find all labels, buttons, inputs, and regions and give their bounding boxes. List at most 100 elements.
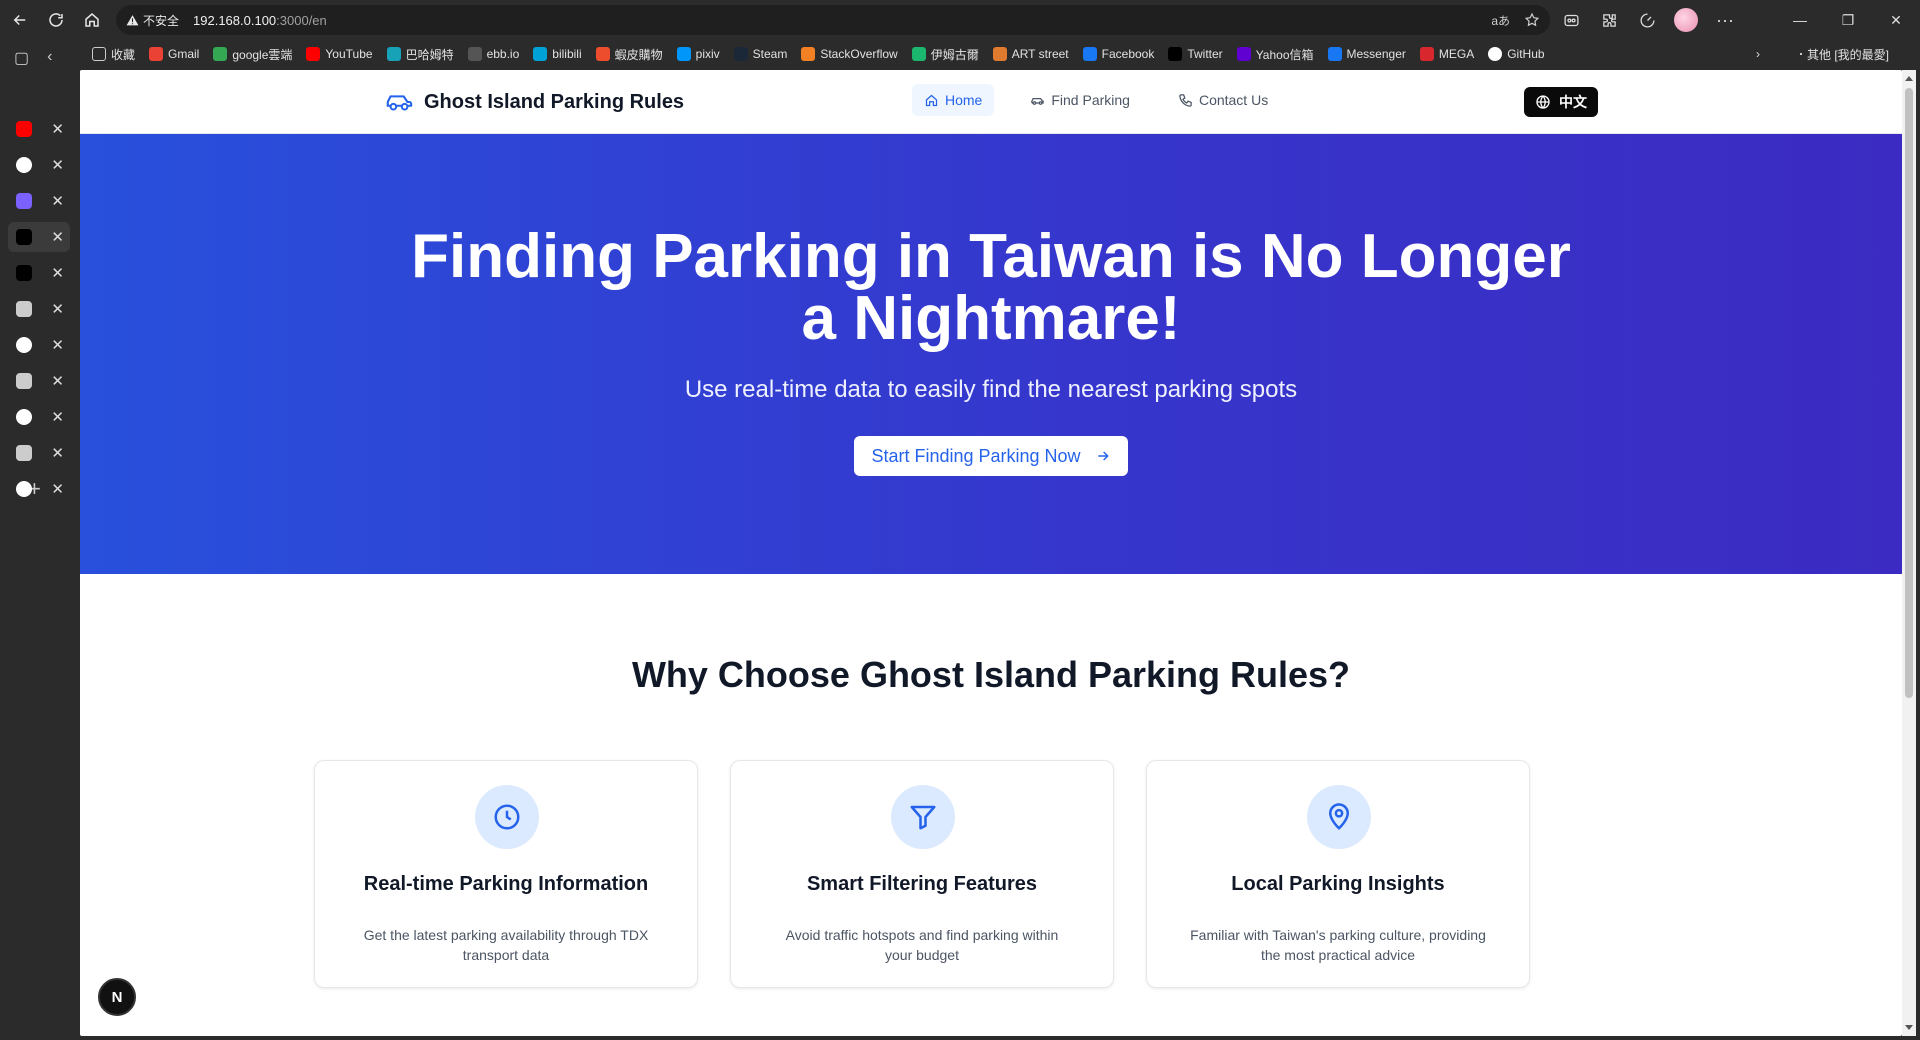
warning-icon — [126, 14, 139, 25]
bookmark-label: ebb.io — [486, 47, 520, 61]
close-tab-icon[interactable]: ✕ — [51, 302, 64, 317]
bookmark-item[interactable]: Twitter — [1168, 47, 1223, 61]
copilot-icon — [16, 193, 32, 209]
site-header: Ghost Island Parking Rules Home Find Par… — [80, 70, 1902, 134]
puzzle-icon[interactable] — [1598, 9, 1620, 31]
start-finding-button[interactable]: Start Finding Parking Now — [854, 436, 1128, 476]
bookmark-item[interactable]: Steam — [733, 47, 787, 61]
feature-card-filtering: Smart Filtering Features Avoid traffic h… — [730, 760, 1114, 988]
close-tab-icon[interactable]: ✕ — [51, 266, 64, 281]
bookmark-item[interactable]: StackOverflow — [801, 47, 898, 61]
art-street-icon — [992, 47, 1007, 61]
globe-icon — [1536, 95, 1550, 109]
filter-icon — [910, 805, 936, 830]
browser-tab[interactable]: ✕ — [8, 366, 70, 396]
nav-find-parking[interactable]: Find Parking — [1018, 84, 1142, 116]
bookmark-item[interactable]: 蝦皮購物 — [595, 46, 663, 63]
minimize-button[interactable]: — — [1776, 0, 1824, 40]
browser-tab[interactable]: ✕ — [8, 474, 70, 504]
browser-tab[interactable]: ✕ — [8, 438, 70, 468]
browser-tab[interactable]: ✕ — [8, 294, 70, 324]
bookmark-item[interactable]: Facebook — [1082, 47, 1154, 61]
nextjs-dev-badge[interactable]: N — [98, 978, 136, 1016]
other-bookmarks-folder[interactable]: 其他 [我的最愛] — [1800, 40, 1889, 68]
bookmark-item[interactable]: ART street — [992, 47, 1069, 61]
browser-tab[interactable]: ✕ — [8, 186, 70, 216]
bookmark-item[interactable]: Yahoo信箱 — [1236, 46, 1314, 63]
facebook-icon — [1327, 47, 1342, 61]
bookmark-item[interactable]: ebb.io — [467, 47, 520, 61]
language-toggle-button[interactable]: 中文 — [1524, 87, 1598, 117]
start-finding-label: Start Finding Parking Now — [871, 445, 1081, 466]
read-aloud-icon[interactable]: aあ — [1491, 12, 1510, 29]
bookmark-item[interactable]: 收藏 — [92, 46, 135, 63]
close-tab-icon[interactable]: ✕ — [51, 122, 64, 137]
bookmark-label: 蝦皮購物 — [614, 47, 663, 62]
hero-section: Finding Parking in Taiwan is No Longer a… — [80, 134, 1902, 574]
scrollbar-thumb[interactable] — [1905, 88, 1913, 698]
back-button[interactable] — [2, 4, 38, 36]
browser-tab[interactable]: ✕ — [8, 402, 70, 432]
star-icon[interactable] — [1524, 12, 1540, 28]
close-tab-icon[interactable]: ✕ — [51, 374, 64, 389]
address-bar[interactable]: 不安全 192.168.0.100:3000/en aあ — [116, 5, 1550, 35]
bookmark-label: bilibili — [552, 47, 582, 61]
browser-titlebar: 不安全 192.168.0.100:3000/en aあ ··· — ❐ ✕ — [0, 0, 1920, 40]
nav-contact[interactable]: Contact Us — [1166, 84, 1280, 116]
bookmark-item[interactable]: Messenger — [1327, 47, 1406, 61]
bookmark-item[interactable]: MEGA — [1419, 47, 1474, 61]
close-tab-icon[interactable]: ✕ — [51, 446, 64, 461]
arrow-right-icon — [1097, 451, 1109, 461]
close-tab-icon[interactable]: ✕ — [51, 482, 64, 497]
bookmark-item[interactable]: 巴哈姆特 — [386, 46, 454, 63]
facebook-icon — [1082, 47, 1097, 61]
tab-actions-icon[interactable]: ▢ — [14, 48, 29, 68]
browser-tab[interactable]: ✕ — [8, 330, 70, 360]
security-warning[interactable]: 不安全 — [126, 12, 179, 29]
brand[interactable]: Ghost Island Parking Rules — [384, 87, 684, 117]
shopee-icon — [595, 47, 610, 61]
bookmark-item[interactable]: google雲端 — [213, 46, 292, 63]
collapse-tabs-icon[interactable]: ‹ — [47, 48, 52, 68]
bookmark-item[interactable]: GitHub — [1488, 47, 1545, 61]
profile-avatar[interactable] — [1674, 8, 1698, 32]
bookmark-label: StackOverflow — [820, 47, 898, 61]
browser-tab[interactable]: ✕ — [8, 258, 70, 288]
google-icon — [16, 481, 32, 497]
github-icon — [1488, 47, 1503, 61]
extension-icon[interactable] — [1560, 9, 1582, 31]
performance-icon[interactable] — [1636, 9, 1658, 31]
page-scrollbar[interactable] — [1902, 70, 1916, 1036]
bookmark-item[interactable]: Gmail — [149, 47, 199, 61]
browser-tab[interactable]: ✕ — [8, 150, 70, 180]
bookmark-item[interactable]: 伊姆古爾 — [911, 46, 979, 63]
bookmark-item[interactable]: YouTube — [306, 47, 373, 61]
more-menu-icon[interactable]: ··· — [1714, 9, 1736, 31]
web-page: Ghost Island Parking Rules Home Find Par… — [80, 70, 1902, 1036]
youtube-icon — [16, 121, 32, 137]
browser-tab[interactable]: ✕ — [8, 222, 70, 252]
close-window-button[interactable]: ✕ — [1872, 0, 1920, 40]
scroll-up-arrow[interactable] — [1905, 76, 1913, 81]
feature-icon-circle — [475, 785, 539, 849]
home-button[interactable] — [74, 4, 110, 36]
close-tab-icon[interactable]: ✕ — [51, 410, 64, 425]
nav-home[interactable]: Home — [912, 84, 995, 116]
close-tab-icon[interactable]: ✕ — [51, 338, 64, 353]
folder-icon — [1800, 53, 1802, 55]
home-icon — [925, 94, 938, 106]
bookmarks-overflow-chevron-icon[interactable]: › — [1756, 40, 1760, 68]
feature-card-realtime: Real-time Parking Information Get the la… — [314, 760, 698, 988]
close-tab-icon[interactable]: ✕ — [51, 194, 64, 209]
youtube-icon — [306, 47, 321, 61]
close-tab-icon[interactable]: ✕ — [51, 230, 64, 245]
maximize-button[interactable]: ❐ — [1824, 0, 1872, 40]
close-tab-icon[interactable]: ✕ — [51, 158, 64, 173]
google-drive-icon — [213, 47, 228, 61]
scroll-down-arrow[interactable] — [1905, 1025, 1913, 1030]
reload-button[interactable] — [38, 4, 74, 36]
browser-tab[interactable]: ✕ — [8, 114, 70, 144]
bookmark-item[interactable]: pixiv — [676, 47, 720, 61]
bookmark-label: pixiv — [695, 47, 720, 61]
bookmark-item[interactable]: bilibili — [533, 47, 582, 61]
